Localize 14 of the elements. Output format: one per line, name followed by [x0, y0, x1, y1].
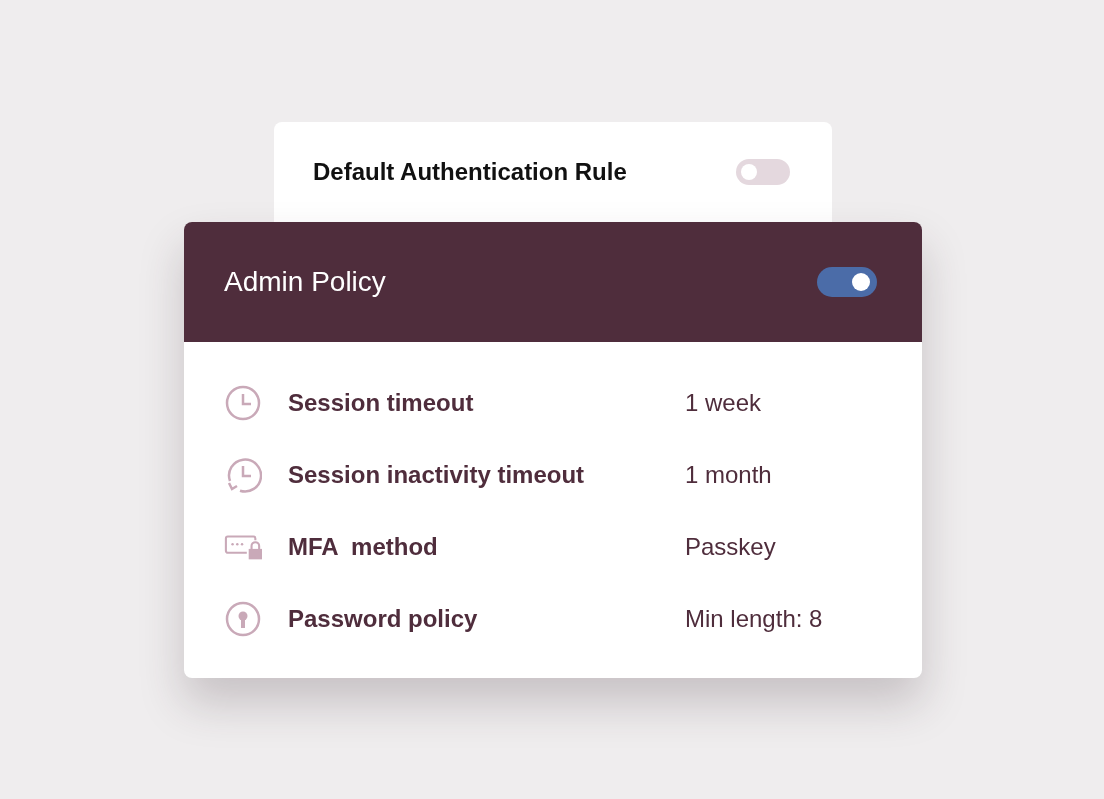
setting-label: Password policy: [288, 605, 479, 633]
clock-icon: [224, 384, 262, 422]
setting-value: Min length: 8: [685, 605, 823, 633]
setting-label: Session inactivity timeout: [288, 461, 586, 489]
setting-value: 1 month: [685, 461, 772, 489]
setting-value: Passkey: [685, 533, 776, 561]
rule-title: Default Authentication Rule: [313, 158, 627, 186]
setting-label: MFA method: [288, 533, 439, 561]
keyhole-icon: [224, 600, 262, 638]
toggle-switch[interactable]: [817, 267, 877, 297]
toggle-switch[interactable]: [736, 159, 790, 185]
setting-label: Session timeout: [288, 389, 475, 417]
setting-value: 1 week: [685, 389, 762, 417]
policy-title: Admin Policy: [224, 266, 386, 298]
